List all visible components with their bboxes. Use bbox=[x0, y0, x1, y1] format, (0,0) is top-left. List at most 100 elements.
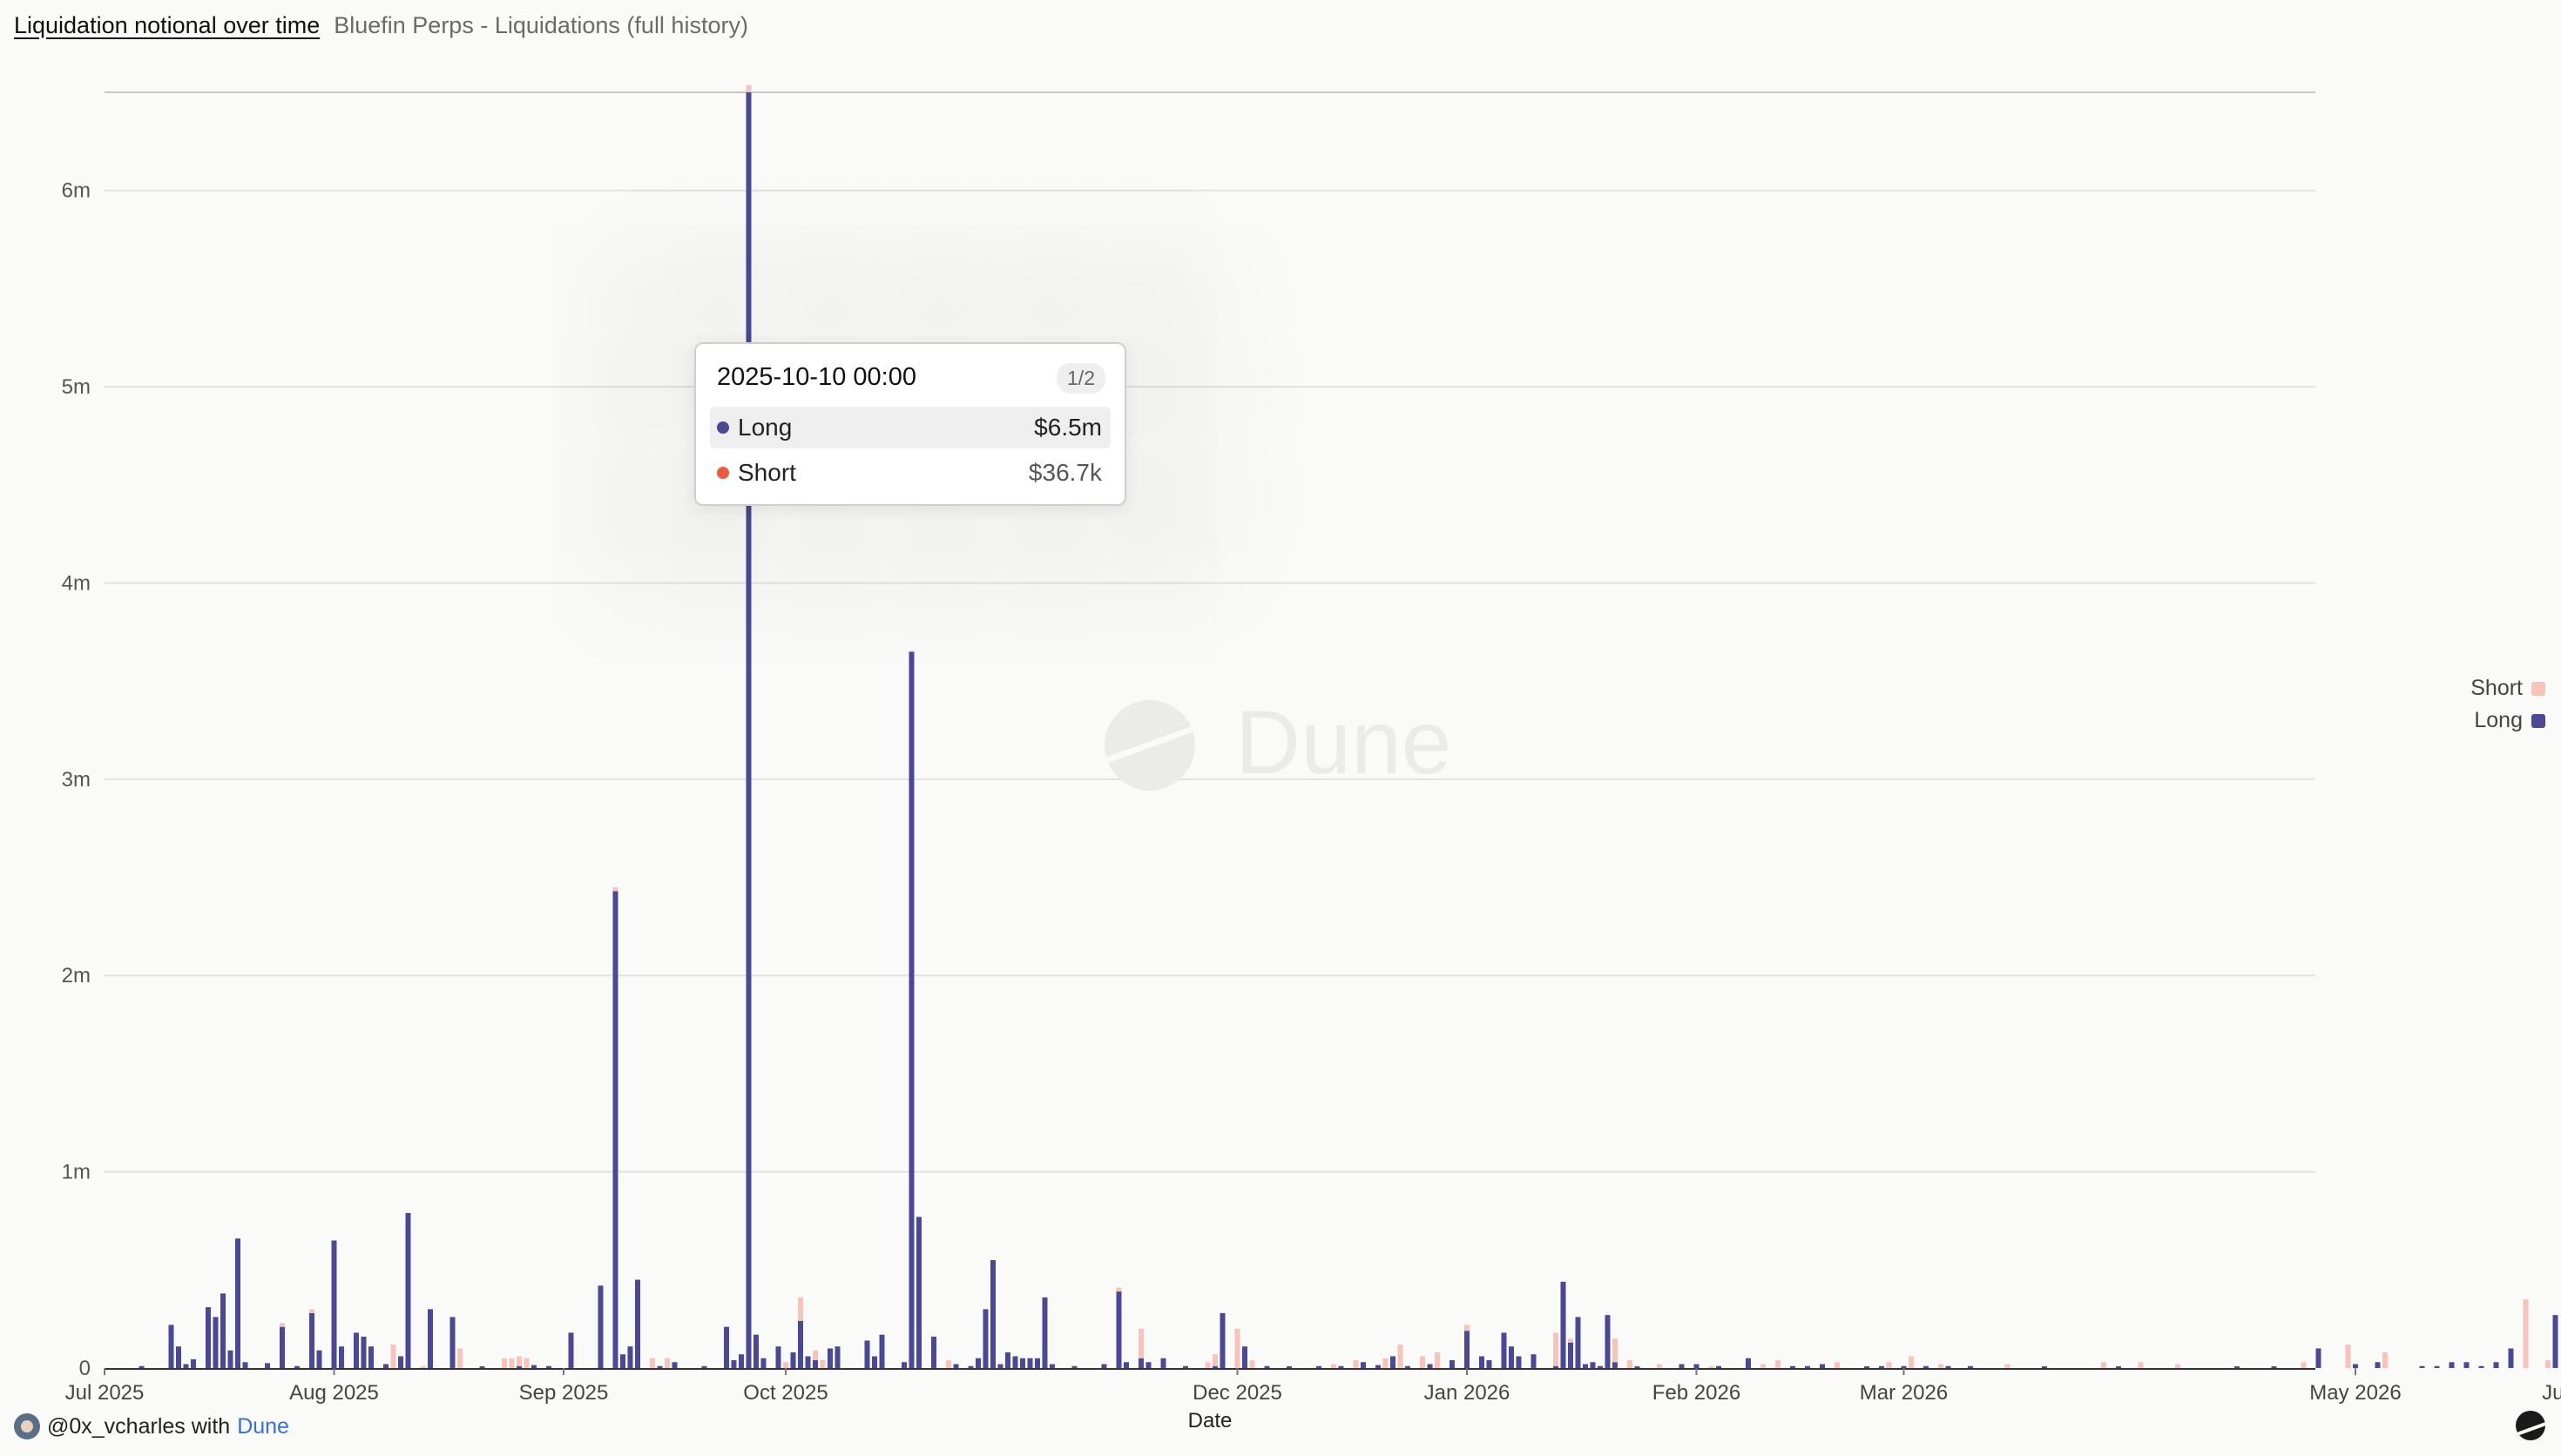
bar-short[interactable] bbox=[280, 1323, 285, 1327]
bar-long[interactable] bbox=[2508, 1348, 2514, 1368]
bar-long[interactable] bbox=[1287, 1366, 1292, 1368]
bar-long[interactable] bbox=[1634, 1366, 1640, 1368]
footer-author[interactable]: @0x_vcharles with bbox=[47, 1414, 230, 1439]
bar-long[interactable] bbox=[1679, 1364, 1685, 1368]
bar-short[interactable] bbox=[1775, 1359, 1781, 1368]
bar-short[interactable] bbox=[309, 1309, 314, 1313]
bar-long[interactable] bbox=[739, 1354, 744, 1368]
bar-long[interactable] bbox=[1805, 1365, 1810, 1368]
bar-long[interactable] bbox=[2375, 1362, 2381, 1368]
bar-short[interactable] bbox=[1464, 1325, 1470, 1331]
bar-long[interactable] bbox=[953, 1364, 959, 1368]
bar-long[interactable] bbox=[672, 1362, 678, 1368]
bar-long[interactable] bbox=[265, 1363, 270, 1368]
bar-long[interactable] bbox=[235, 1238, 240, 1368]
bar-short[interactable] bbox=[517, 1356, 522, 1366]
bar-long[interactable] bbox=[1568, 1342, 1573, 1368]
bar-long[interactable] bbox=[1042, 1297, 1048, 1368]
bar-long[interactable] bbox=[1071, 1365, 1078, 1368]
bar-short[interactable] bbox=[1213, 1354, 1218, 1366]
bar-long[interactable] bbox=[546, 1365, 551, 1368]
bar-long[interactable] bbox=[2449, 1362, 2455, 1368]
bar-long[interactable] bbox=[1050, 1364, 1055, 1368]
bar-short[interactable] bbox=[1382, 1358, 1389, 1368]
bar-long[interactable] bbox=[1213, 1365, 1218, 1368]
bar-long[interactable] bbox=[976, 1358, 981, 1368]
bar-long[interactable] bbox=[2434, 1365, 2440, 1368]
bar-long[interactable] bbox=[139, 1365, 145, 1368]
bar-long[interactable] bbox=[242, 1362, 248, 1368]
bar-short[interactable] bbox=[1249, 1359, 1255, 1368]
bar-long[interactable] bbox=[191, 1358, 196, 1368]
bar-long[interactable] bbox=[1516, 1356, 1522, 1368]
bar-long[interactable] bbox=[983, 1309, 989, 1368]
bar-short[interactable] bbox=[2004, 1364, 2010, 1368]
bar-short[interactable] bbox=[1627, 1359, 1632, 1368]
bar-long[interactable] bbox=[1598, 1365, 1603, 1368]
bar-short[interactable] bbox=[1205, 1362, 1211, 1368]
bar-short[interactable] bbox=[813, 1350, 818, 1360]
bar-short[interactable] bbox=[2382, 1352, 2388, 1368]
bar-short[interactable] bbox=[2545, 1359, 2551, 1368]
bar-long[interactable] bbox=[1220, 1312, 1226, 1368]
bar-short[interactable] bbox=[1568, 1338, 1573, 1343]
bar-long[interactable] bbox=[227, 1350, 233, 1368]
bar-long[interactable] bbox=[909, 651, 915, 1368]
bar-short[interactable] bbox=[650, 1358, 655, 1368]
bar-long[interactable] bbox=[1375, 1365, 1381, 1368]
bar-long[interactable] bbox=[1005, 1352, 1010, 1368]
bar-long[interactable] bbox=[627, 1346, 633, 1368]
bar-long[interactable] bbox=[1820, 1364, 1825, 1368]
bar-long[interactable] bbox=[449, 1317, 456, 1368]
bar-short[interactable] bbox=[2523, 1299, 2529, 1368]
bar-long[interactable] bbox=[835, 1346, 841, 1368]
bar-long[interactable] bbox=[1605, 1315, 1611, 1368]
bar-long[interactable] bbox=[916, 1217, 922, 1368]
bar-long[interactable] bbox=[1405, 1365, 1410, 1368]
bar-short[interactable] bbox=[2101, 1362, 2106, 1368]
bar-long[interactable] bbox=[1901, 1365, 1907, 1368]
bar-long[interactable] bbox=[2463, 1362, 2470, 1368]
bar-long[interactable] bbox=[1575, 1317, 1581, 1368]
bar-long[interactable] bbox=[368, 1346, 374, 1368]
bar-long[interactable] bbox=[2478, 1365, 2484, 1368]
bar-short[interactable] bbox=[2175, 1364, 2180, 1368]
bar-long[interactable] bbox=[1560, 1281, 1566, 1368]
bar-long[interactable] bbox=[753, 1334, 759, 1368]
bar-long[interactable] bbox=[746, 92, 752, 1368]
bar-long[interactable] bbox=[309, 1312, 314, 1368]
bar-long[interactable] bbox=[354, 1332, 359, 1368]
bar-short[interactable] bbox=[502, 1358, 507, 1368]
bar-long[interactable] bbox=[2353, 1364, 2358, 1368]
bar-short[interactable] bbox=[524, 1358, 530, 1368]
bar-long[interactable] bbox=[1338, 1365, 1344, 1368]
bar-long[interactable] bbox=[1531, 1354, 1537, 1368]
bar-short[interactable] bbox=[1353, 1359, 1359, 1368]
bar-long[interactable] bbox=[1501, 1332, 1507, 1368]
bar-long[interactable] bbox=[1116, 1291, 1122, 1368]
bar-short[interactable] bbox=[612, 886, 618, 892]
bar-long[interactable] bbox=[206, 1307, 211, 1368]
bar-long[interactable] bbox=[1316, 1365, 1321, 1368]
bar-long[interactable] bbox=[1945, 1365, 1951, 1368]
bar-long[interactable] bbox=[813, 1359, 818, 1368]
bar-long[interactable] bbox=[879, 1334, 885, 1368]
bar-long[interactable] bbox=[183, 1364, 189, 1368]
bar-short[interactable] bbox=[2301, 1362, 2307, 1368]
bar-long[interactable] bbox=[968, 1365, 974, 1368]
bar-long[interactable] bbox=[1612, 1362, 1618, 1368]
bar-long[interactable] bbox=[1390, 1356, 1395, 1368]
bar-short[interactable] bbox=[1420, 1356, 1425, 1368]
bar-short[interactable] bbox=[1708, 1365, 1714, 1368]
bar-long[interactable] bbox=[316, 1350, 322, 1368]
bar-long[interactable] bbox=[798, 1320, 803, 1368]
bar-short[interactable] bbox=[665, 1358, 670, 1368]
bar-long[interactable] bbox=[168, 1325, 174, 1368]
bar-short[interactable] bbox=[1435, 1352, 1440, 1368]
bar-long[interactable] bbox=[1449, 1359, 1455, 1368]
bar-long[interactable] bbox=[479, 1366, 485, 1368]
bar-short[interactable] bbox=[1760, 1364, 1766, 1368]
bar-short[interactable] bbox=[390, 1344, 396, 1368]
bar-long[interactable] bbox=[931, 1336, 936, 1368]
bar-long[interactable] bbox=[1509, 1346, 1514, 1368]
